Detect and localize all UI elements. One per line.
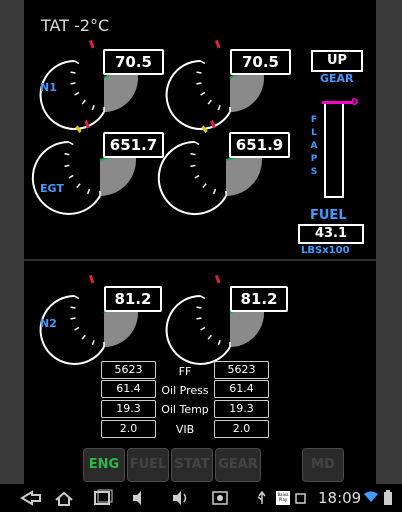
recent-apps-icon[interactable] xyxy=(94,489,113,505)
tab-fuel[interactable]: FUEL xyxy=(127,448,169,482)
oil-press-right: 61.4 xyxy=(214,380,269,398)
usb-icon xyxy=(257,490,266,504)
flaps-letters: F L A P S xyxy=(308,114,320,179)
n1-left-readout: 70.5 xyxy=(103,49,164,75)
tab-gear[interactable]: GEAR xyxy=(215,448,261,482)
gear-label: GEAR xyxy=(320,72,354,85)
egt-label: EGT xyxy=(40,182,64,195)
vib-label: VIB xyxy=(175,423,195,436)
egt-right-readout: 651.9 xyxy=(229,132,290,158)
clock: 18:09 xyxy=(318,489,362,507)
volume-up-icon[interactable] xyxy=(173,491,187,505)
store-badge-label: Baixa Play xyxy=(277,492,289,502)
vib-right: 2.0 xyxy=(214,420,269,438)
flaps-pointer xyxy=(322,101,352,104)
back-icon[interactable] xyxy=(20,490,41,506)
ff-label: FF xyxy=(178,365,192,378)
flaps-letter: F xyxy=(310,115,318,125)
home-icon[interactable] xyxy=(55,491,73,506)
oil-temp-right: 19.3 xyxy=(214,400,269,418)
flaps-indicator xyxy=(324,101,344,198)
oil-press-label: Oil Press xyxy=(161,384,209,397)
flaps-letter: S xyxy=(310,167,318,177)
flaps-letter: A xyxy=(310,141,318,151)
volume-down-icon[interactable] xyxy=(133,491,141,505)
fuel-unit: LBSx100 xyxy=(301,245,350,256)
tab-eng[interactable]: ENG xyxy=(83,448,125,482)
n1-label: N1 xyxy=(40,81,57,94)
ff-right: 5623 xyxy=(214,361,269,379)
n2-left-readout: 81.2 xyxy=(104,286,162,312)
notification-icon xyxy=(295,493,306,504)
fuel-label: FUEL xyxy=(310,208,347,223)
flaps-letter: L xyxy=(311,128,317,138)
gear-indicator: UP xyxy=(311,50,363,72)
flaps-letter: P xyxy=(310,154,318,164)
flaps-value: 0 xyxy=(351,97,358,108)
system-navbar: 18:09 Baixa Play xyxy=(0,484,402,512)
oil-temp-label: Oil Temp xyxy=(161,403,209,416)
n2-label: N2 xyxy=(40,317,57,330)
fuel-readout: 43.1 xyxy=(298,224,364,244)
egt-left-readout: 651.7 xyxy=(103,132,164,158)
tab-md[interactable]: MD xyxy=(302,448,344,482)
divider xyxy=(24,259,376,261)
n2-right-readout: 81.2 xyxy=(230,286,288,312)
wifi-icon xyxy=(364,491,378,502)
tab-stat[interactable]: STAT xyxy=(171,448,213,482)
battery-icon xyxy=(384,490,392,505)
n1-right-readout: 70.5 xyxy=(230,49,291,75)
screenshot-icon[interactable] xyxy=(212,491,228,505)
